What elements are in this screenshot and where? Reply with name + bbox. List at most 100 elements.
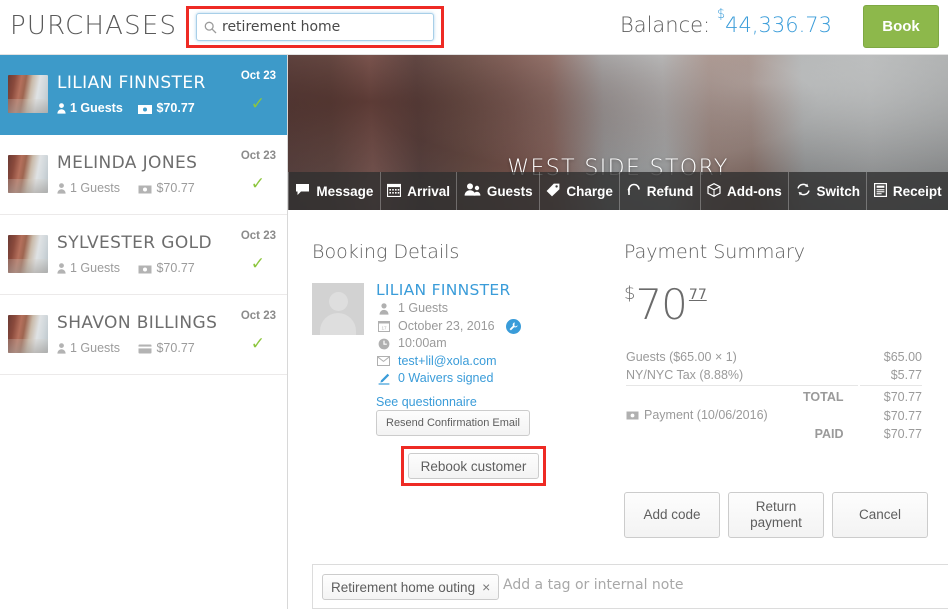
tab-add-ons[interactable]: Add-ons [701,172,790,210]
booking-guests-row: 1 Guests [376,300,521,318]
purchase-row[interactable]: SHAVON BILLINGS 1 Guests $70.77 Oct 23 ✓ [0,295,287,375]
tab-label: Guests [486,183,533,199]
person-icon [57,263,66,277]
total-row: TOTAL $70.77 [626,385,922,405]
tab-message[interactable]: Message [288,172,381,210]
booking-time-row: 10:00am [376,335,521,353]
payment-summary-panel: Payment Summary $70 77 Guests ($65.00 × 1… [624,210,928,538]
tag-chip[interactable]: Retirement home outing × [322,574,500,600]
close-icon[interactable]: × [482,579,490,595]
table-row: NY/NYC Tax (8.88%) $5.77 [626,367,922,383]
payment-amount: $70.77 [883,408,922,423]
calendar-icon [387,183,402,200]
purchase-date: Oct 23 [240,150,276,162]
wrench-icon[interactable] [505,318,521,334]
purchase-row[interactable]: LILIAN FINNSTER 1 Guests $70.77 Oct 23 ✓ [0,55,287,135]
cash-icon [138,183,152,197]
balance-amount: $44,336.73 [717,7,832,37]
tag-input[interactable]: Add a tag or internal note [503,577,683,593]
purchase-meta: 1 Guests $70.77 [57,101,195,117]
cash-icon [138,103,153,117]
tab-receipt[interactable]: Receipt [867,172,948,210]
resend-confirmation-email-button[interactable]: Resend Confirmation Email [376,410,530,436]
booking-content: Booking Details LILIAN FINNSTER 1 Guests… [288,210,948,609]
purchase-customer-name: MELINDA JONES [57,153,198,173]
balance-label: Balance: [619,13,711,37]
line-amount: $65.00 [883,350,922,364]
search-input-value: retirement home [222,19,341,35]
speech-bubble-icon [295,183,310,199]
paid-row: PAID $70.77 [626,426,922,442]
return-payment-button[interactable]: Return payment [728,492,824,538]
avatar-body [320,313,356,335]
tab-label: Refund [646,183,694,199]
balance-value: 44,336.73 [725,13,832,37]
purchase-status-check-icon: ✓ [250,94,265,113]
tab-label: Add-ons [727,183,782,199]
page-title: PURCHASES [10,11,178,41]
purchase-amount-text: $70.77 [156,181,195,195]
booking-guests-text: 1 Guests [398,301,449,315]
tab-guests[interactable]: Guests [457,172,540,210]
payment-breakdown-table: Guests ($65.00 × 1) $65.00 NY/NYC Tax (8… [624,347,924,444]
person-icon [57,103,66,117]
booking-waivers-link[interactable]: 0 Waivers signed [398,370,493,388]
person-icon [57,343,66,357]
tab-arrival[interactable]: Arrival [381,172,458,210]
pencil-icon [376,373,391,385]
tag-chip-label: Retirement home outing [331,579,476,595]
purchase-guests-text: 1 Guests [70,261,121,275]
booking-details-panel: Booking Details LILIAN FINNSTER 1 Guests… [312,210,612,486]
search-input[interactable]: retirement home [196,13,434,41]
balance-display: Balance: $44,336.73 [619,7,832,37]
book-button[interactable]: Book [863,5,939,48]
refresh-icon [796,183,811,199]
booking-date-text: October 23, 2016 [398,318,495,333]
purchase-row[interactable]: MELINDA JONES 1 Guests $70.77 Oct 23 ✓ [0,135,287,215]
tag-bar[interactable]: Retirement home outing × Add a tag or in… [312,564,948,609]
line-label: Guests ($65.00 × 1) [626,350,737,364]
undo-arrow-icon [627,183,641,199]
rebook-customer-button[interactable]: Rebook customer [408,453,539,479]
booking-email-link[interactable]: test+lil@xola.com [398,353,497,371]
tab-charge[interactable]: Charge [540,172,621,210]
purchase-guests: 1 Guests [57,341,135,357]
purchases-list[interactable]: LILIAN FINNSTER 1 Guests $70.77 Oct 23 ✓… [0,55,288,609]
purchase-thumbnail [8,155,48,193]
box-icon [707,182,721,200]
purchase-customer-name: SHAVON BILLINGS [57,313,218,333]
purchase-meta: 1 Guests $70.77 [57,181,195,197]
purchase-amount: $70.77 [138,101,195,117]
booking-customer-link[interactable]: LILIAN FINNSTER [376,281,521,300]
paid-amount: $70.77 [883,427,922,441]
purchase-guests-text: 1 Guests [70,181,121,195]
cash-icon [626,409,639,423]
purchase-customer-name: SYLVESTER GOLD [57,233,212,253]
paid-label: PAID [814,427,844,441]
booking-detail-lines: LILIAN FINNSTER 1 Guests 17 October 23, … [376,281,521,388]
people-icon [464,183,481,199]
clock-icon [376,338,391,350]
cancel-button[interactable]: Cancel [832,492,928,538]
tab-switch[interactable]: Switch [789,172,868,210]
booking-date-row: 17 October 23, 2016 [376,318,521,336]
booking-action-tabs[interactable]: Message Arrival Guests Charge Refund Add… [288,172,948,210]
see-questionnaire-link[interactable]: See questionnaire [376,395,477,409]
purchase-guests: 1 Guests [57,101,135,117]
purchase-row[interactable]: SYLVESTER GOLD 1 Guests $70.77 Oct 23 ✓ [0,215,287,295]
balance-currency: $ [716,7,726,23]
payment-total-display: $70 77 [624,284,924,326]
price-dollars: 70 [635,280,687,329]
purchase-amount-text: $70.77 [156,101,195,115]
avatar-head [328,292,348,311]
tab-refund[interactable]: Refund [620,172,701,210]
top-bar: PURCHASES retirement home Balance: $44,3… [0,0,948,55]
person-icon [57,183,66,197]
price-cents: 77 [688,287,707,303]
purchase-amount: $70.77 [138,341,195,355]
booking-time-text: 10:00am [398,336,447,350]
purchase-meta: 1 Guests $70.77 [57,341,195,357]
add-code-button[interactable]: Add code [624,492,720,538]
purchase-date: Oct 23 [240,310,276,322]
table-row: Guests ($65.00 × 1) $65.00 [626,349,922,365]
